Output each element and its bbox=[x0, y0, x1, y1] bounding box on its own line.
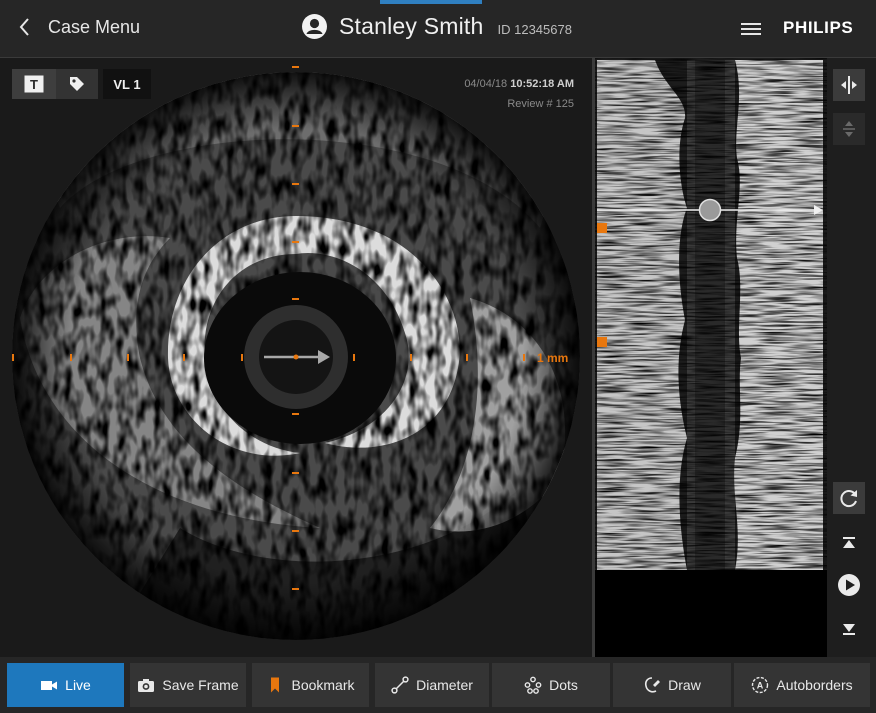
align-icon bbox=[843, 121, 855, 137]
user-avatar-icon bbox=[302, 14, 327, 39]
draw-label: Draw bbox=[668, 677, 701, 693]
split-view-icon bbox=[841, 76, 857, 94]
text-annotation-button[interactable]: T bbox=[12, 69, 56, 99]
active-tab-indicator bbox=[380, 0, 482, 4]
dots-icon bbox=[524, 676, 542, 694]
hamburger-menu-icon[interactable] bbox=[740, 20, 762, 38]
autoborders-icon: A bbox=[752, 676, 769, 694]
ivus-viewer[interactable]: 1 mm T VL 1 04/04/18 10:52:18 AM Review … bbox=[0, 58, 592, 657]
align-button[interactable] bbox=[833, 113, 865, 145]
diameter-label: Diameter bbox=[416, 677, 473, 693]
play-button[interactable] bbox=[833, 569, 865, 601]
frame-date: 04/04/18 bbox=[464, 78, 508, 90]
bookmark-label: Bookmark bbox=[291, 677, 355, 693]
bookmark-marker[interactable] bbox=[597, 337, 607, 347]
live-label: Live bbox=[65, 677, 91, 693]
dots-button[interactable]: Dots bbox=[492, 663, 610, 707]
ivus-cross-section-image[interactable]: 1 mm bbox=[0, 58, 592, 657]
brand-logo: PHILIPS bbox=[783, 18, 854, 37]
frame-time: 10:52:18 AM bbox=[510, 78, 574, 90]
refresh-icon bbox=[840, 490, 857, 508]
bookmark-icon bbox=[271, 677, 280, 693]
autoborders-button[interactable]: A Autoborders bbox=[734, 663, 870, 707]
longitudinal-image[interactable] bbox=[595, 58, 827, 657]
review-number: Review # 125 bbox=[507, 98, 574, 110]
patient-info: Stanley Smith ID 12345678 bbox=[301, 13, 572, 40]
top-bar: Case Menu Stanley Smith ID 12345678 PHIL… bbox=[0, 0, 876, 58]
dots-label: Dots bbox=[549, 677, 578, 693]
skip-to-end-button[interactable] bbox=[833, 613, 865, 645]
text-tool-icon: T bbox=[24, 75, 44, 93]
svg-text:A: A bbox=[757, 681, 764, 691]
skip-to-start-button[interactable] bbox=[833, 527, 865, 559]
skip-to-end-icon bbox=[843, 624, 855, 635]
svg-text:T: T bbox=[30, 77, 38, 92]
diameter-icon bbox=[391, 676, 409, 694]
skip-to-start-icon bbox=[843, 537, 855, 548]
refresh-button[interactable] bbox=[833, 482, 865, 514]
live-button[interactable]: Live bbox=[7, 663, 124, 707]
patient-id: ID 12345678 bbox=[497, 22, 572, 37]
camera-icon bbox=[138, 679, 155, 692]
longitudinal-view[interactable] bbox=[595, 58, 827, 657]
play-icon bbox=[838, 574, 860, 596]
position-cursor-handle[interactable] bbox=[698, 198, 722, 222]
autoborders-label: Autoborders bbox=[776, 677, 853, 693]
save-frame-label: Save Frame bbox=[162, 677, 239, 693]
bookmark-button[interactable]: Bookmark bbox=[252, 663, 369, 707]
video-camera-icon bbox=[41, 681, 58, 690]
save-frame-button[interactable]: Save Frame bbox=[130, 663, 246, 707]
tag-button[interactable] bbox=[56, 69, 98, 99]
draw-button[interactable]: Draw bbox=[613, 663, 731, 707]
bottom-toolbar: Live Save Frame Bookmark Diameter Dots D… bbox=[0, 657, 876, 713]
vessel-label-badge[interactable]: VL 1 bbox=[103, 69, 151, 99]
patient-name: Stanley Smith bbox=[339, 13, 484, 39]
back-to-case-menu-button[interactable]: Case Menu bbox=[18, 16, 140, 38]
split-view-button[interactable] bbox=[833, 69, 865, 101]
frame-info: 04/04/18 10:52:18 AM Review # 125 bbox=[464, 74, 574, 114]
tag-icon bbox=[70, 77, 84, 91]
scale-label: 1 mm bbox=[537, 351, 568, 365]
chevron-left-icon bbox=[19, 18, 29, 36]
bookmark-marker[interactable] bbox=[597, 223, 607, 233]
right-control-rail bbox=[827, 58, 876, 657]
draw-icon bbox=[645, 677, 661, 693]
back-label: Case Menu bbox=[48, 16, 141, 37]
diameter-button[interactable]: Diameter bbox=[375, 663, 489, 707]
